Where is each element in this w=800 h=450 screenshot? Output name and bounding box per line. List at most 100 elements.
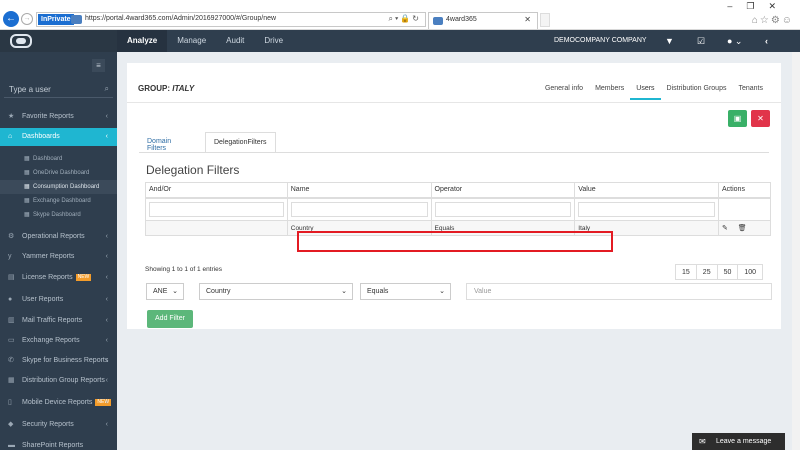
sidebar-item-sharepoint-reports[interactable]: ▬ SharePoint Reports [0, 437, 117, 450]
user-search-input[interactable]: Type a user ⌕ [4, 82, 113, 98]
nav-audit[interactable]: Audit [216, 30, 254, 52]
name-select[interactable]: Country ⌄ [199, 283, 353, 300]
filter-icon[interactable]: ▼ [665, 30, 674, 52]
message-icon: ✉ [699, 437, 706, 446]
tab-close-icon[interactable]: ✕ [524, 15, 531, 24]
sidebar-sub-onedrive-dashboard[interactable]: ▦ OneDrive Dashboard [0, 166, 117, 180]
leave-message-button[interactable]: ✉ Leave a message [692, 433, 785, 450]
sidebar-item-operational-reports[interactable]: ⚙ Operational Reports ‹ [0, 228, 117, 246]
new-badge: NEW [95, 399, 112, 406]
cancel-button[interactable]: ✕ [751, 110, 770, 127]
column-header-andor[interactable]: And/Or [145, 182, 288, 199]
column-header-value[interactable]: Value [574, 182, 719, 199]
section-title: Delegation Filters [146, 163, 240, 177]
cell-andor [145, 220, 288, 236]
search-icon[interactable]: ⌕ [105, 84, 109, 94]
main-content: GROUP: ITALY General info Members Users … [117, 52, 800, 450]
chevron-down-icon: ‹ [105, 133, 108, 140]
browser-tab[interactable]: 4ward365 ✕ [428, 12, 538, 29]
cell-actions: ✎ 🗑 [718, 220, 771, 236]
filter-name-input[interactable] [290, 201, 428, 217]
tab-domain-filters[interactable]: Domain Filters [139, 132, 179, 153]
new-tab-button[interactable] [540, 13, 550, 27]
chevron-left-icon: ‹ [105, 317, 108, 324]
page-size-25[interactable]: 25 [695, 264, 718, 280]
entries-info: Showing 1 to 1 of 1 entries [145, 266, 222, 273]
page-scrollbar[interactable] [792, 52, 800, 450]
tab-general-info[interactable]: General info [539, 85, 589, 100]
delegation-filters-table: And/Or Name Operator Value Actions Count… [145, 182, 771, 236]
andor-select[interactable]: ANE ⌄ [146, 283, 184, 300]
gears-icon: ⚙ [8, 233, 15, 240]
chevron-left-icon: ‹ [105, 274, 108, 281]
sidebar-sub-consumption-dashboard[interactable]: ▦ Consumption Dashboard [0, 180, 117, 194]
nav-drive[interactable]: Drive [254, 30, 293, 52]
browser-toolbar-icons[interactable]: ⌂☆⚙☺ [752, 15, 794, 26]
logo-area [0, 30, 117, 52]
save-button[interactable]: ▣ [728, 110, 747, 127]
page-size-50[interactable]: 50 [716, 264, 739, 280]
value-input[interactable]: Value [466, 283, 772, 300]
trash-icon[interactable]: 🗑 [738, 224, 747, 232]
table-row[interactable]: Country Equals Italy ✎ 🗑 [145, 220, 771, 236]
sidebar-item-exchange-reports[interactable]: ▭ Exchange Reports ‹ [0, 332, 117, 350]
nav-analyze[interactable]: Analyze [117, 30, 168, 52]
address-bar[interactable]: InPrivate https://portal.4ward365.com/Ad… [36, 12, 426, 27]
sidebar-item-mail-traffic-reports[interactable]: ▥ Mail Traffic Reports ‹ [0, 312, 117, 330]
sidebar-item-security-reports[interactable]: ◆ Security Reports ‹ [0, 416, 117, 434]
sidebar-item-user-reports[interactable]: ● User Reports ‹ [0, 291, 117, 309]
add-filter-button[interactable]: Add Filter [147, 310, 193, 328]
filter-value-input[interactable] [578, 201, 715, 217]
bar-chart-icon: ▥ [8, 317, 15, 324]
tab-tenants[interactable]: Tenants [732, 85, 769, 100]
window-controls[interactable]: –❐✕ [727, 1, 790, 12]
shield-icon: ◆ [8, 421, 14, 428]
chevron-left-icon: ‹ [105, 253, 108, 260]
dashboard-icon: ▦ [24, 198, 30, 204]
address-tools-icons[interactable]: ⌕▾🔒↻ [388, 14, 421, 24]
checklist-icon[interactable]: ☑ [697, 30, 705, 52]
sidebar-item-yammer-reports[interactable]: y Yammer Reports ‹ [0, 248, 117, 266]
group-icon: ▦ [8, 377, 15, 384]
operator-select[interactable]: Equals ⌄ [360, 283, 451, 300]
phone-icon: ✆ [8, 357, 14, 364]
column-header-name[interactable]: Name [286, 182, 432, 199]
sidebar-item-dashboards[interactable]: ⌂ Dashboards ‹ [0, 128, 117, 146]
sidebar-item-license-reports[interactable]: ▤ License Reports NEW ‹ [0, 269, 117, 287]
dashboard-icon: ▦ [24, 212, 30, 218]
dashboard-icon: ▦ [24, 184, 30, 190]
floppy-icon: ▣ [733, 114, 742, 123]
forward-arrow-icon[interactable]: → [21, 13, 33, 25]
sidebar-item-distribution-group-reports[interactable]: ▦ Distribution Group Reports ‹ [0, 372, 117, 390]
sidebar-sub-exchange-dashboard[interactable]: ▦ Exchange Dashboard [0, 194, 117, 208]
tab-delegation-filters[interactable]: DelegationFilters [205, 132, 276, 153]
tab-distribution-groups[interactable]: Distribution Groups [661, 85, 733, 100]
group-name: ITALY [172, 84, 195, 93]
chevron-left-icon: ‹ [105, 421, 108, 428]
sidebar-sub-dashboard[interactable]: ▦ Dashboard [0, 152, 117, 166]
tab-members[interactable]: Members [589, 85, 630, 100]
tab-users[interactable]: Users [630, 85, 661, 100]
back-arrow-icon[interactable]: ← [3, 11, 19, 27]
sidebar-item-mobile-device-reports[interactable]: ▯ Mobile Device Reports NEW ‹ [0, 394, 117, 412]
nav-manage[interactable]: Manage [167, 30, 216, 52]
filter-andor-input[interactable] [149, 201, 284, 217]
dashboard-icon: ▦ [24, 156, 30, 162]
cell-name: Country [286, 220, 432, 236]
site-favicon-icon [71, 15, 82, 24]
filter-operator-input[interactable] [434, 201, 572, 217]
page-size-100[interactable]: 100 [737, 264, 764, 280]
edit-icon[interactable]: ✎ [722, 224, 728, 232]
sidebar-toggle-icon[interactable]: ≡ [92, 59, 105, 72]
sidebar-item-skype-reports[interactable]: ✆ Skype for Business Reports ‹ [0, 352, 117, 370]
user-menu-icon[interactable]: ● ⌄ [727, 30, 742, 52]
page-size-15[interactable]: 15 [675, 264, 697, 280]
user-icon: ● [8, 296, 13, 303]
url-text[interactable]: https://portal.4ward365.com/Admin/201692… [85, 15, 276, 22]
sidebar-sub-skype-dashboard[interactable]: ▦ Skype Dashboard [0, 208, 117, 222]
column-header-operator[interactable]: Operator [430, 182, 576, 199]
chevron-down-icon: ⌄ [172, 288, 178, 295]
user-search-placeholder: Type a user [9, 85, 51, 94]
sidebar-item-favorite-reports[interactable]: ★ Favorite Reports ‹ [0, 108, 117, 126]
collapse-chevron-icon[interactable]: ‹ [765, 30, 768, 52]
